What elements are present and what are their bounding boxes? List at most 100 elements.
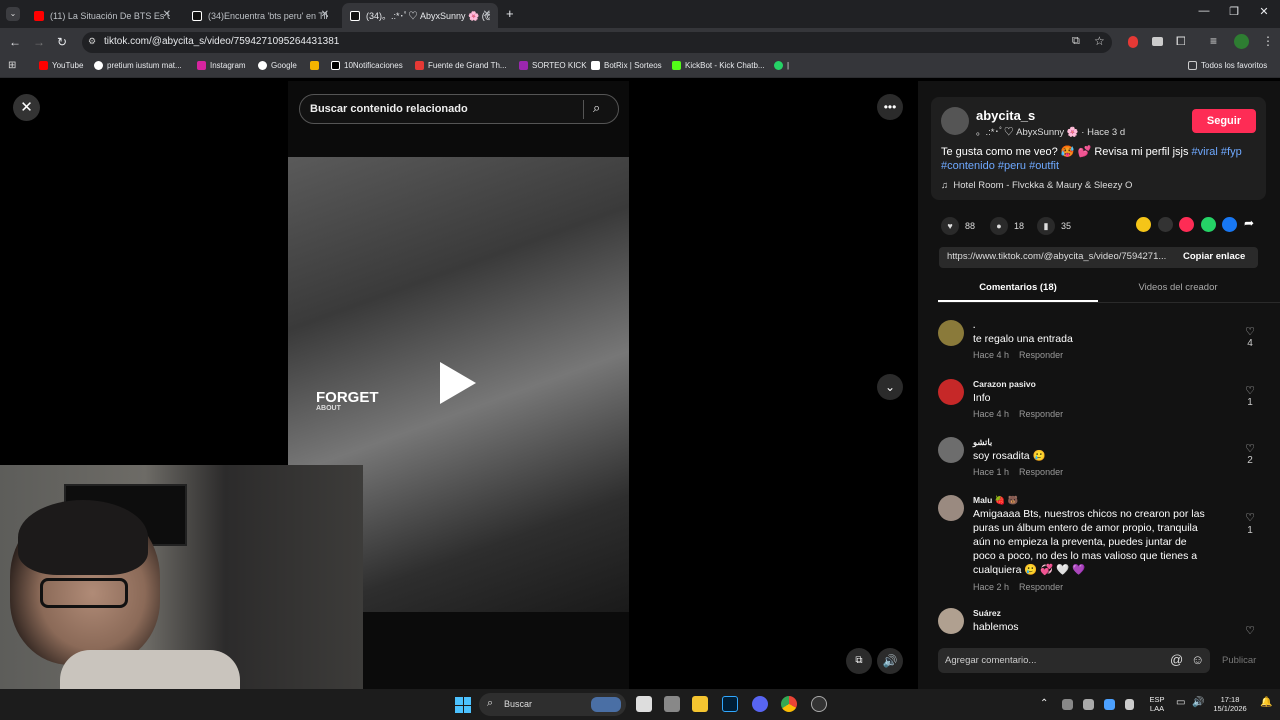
commenter-name[interactable]: Carazon pasivo bbox=[973, 379, 1036, 389]
task-view-icon[interactable] bbox=[636, 696, 652, 712]
all-bookmarks[interactable]: Todos los favoritos bbox=[1188, 61, 1267, 70]
reply-button[interactable]: Responder bbox=[1019, 467, 1063, 477]
extension-icon[interactable] bbox=[1128, 36, 1138, 48]
commenter-name[interactable]: Malu 🍓 🐻 bbox=[973, 495, 1018, 506]
bookmark-google[interactable]: Google bbox=[258, 61, 297, 70]
extension-icon[interactable] bbox=[1152, 37, 1163, 46]
comment-like-icon[interactable]: ♡ bbox=[1243, 384, 1257, 397]
music-row[interactable]: ♫ Hotel Room - Flvckka & Maury & Sleezy … bbox=[941, 180, 1132, 191]
hashtag-links[interactable]: #viral #fyp bbox=[1192, 146, 1242, 158]
apps-grid-icon[interactable]: ⊞ bbox=[8, 60, 16, 71]
chrome-icon[interactable] bbox=[781, 696, 797, 712]
site-info-icon[interactable]: ⚙ bbox=[88, 36, 96, 47]
profile-avatar[interactable] bbox=[1234, 34, 1249, 49]
volume-icon[interactable]: 🔊 bbox=[1192, 697, 1204, 708]
related-search-input[interactable]: Buscar contenido relacionado ⌕ bbox=[299, 94, 619, 124]
browser-menu-icon[interactable]: ⋮ bbox=[1262, 34, 1274, 48]
bookmark-notificaciones[interactable]: 10Notificaciones bbox=[331, 61, 403, 70]
bookmark-kickbot[interactable]: KickBot - Kick Chatb... bbox=[672, 61, 765, 70]
language-indicator[interactable]: ESP LAA bbox=[1146, 695, 1168, 713]
repost-icon[interactable] bbox=[1136, 217, 1151, 232]
more-options-icon[interactable]: ••• bbox=[877, 94, 903, 120]
creator-display-name[interactable]: 。.:*･ﾟ♡ AbyxSunny 🌸 bbox=[976, 127, 1079, 138]
copy-link-button[interactable]: Copiar enlace bbox=[1183, 251, 1245, 262]
facebook-icon[interactable] bbox=[1222, 217, 1237, 232]
extensions-puzzle-icon[interactable]: ⧠ bbox=[1176, 34, 1186, 49]
floating-player-icon[interactable]: ⧉ bbox=[846, 648, 872, 674]
like-button[interactable]: ♥ 88 bbox=[941, 217, 975, 235]
save-button[interactable]: ▮ 35 bbox=[1037, 217, 1071, 235]
follow-button[interactable]: Seguir bbox=[1192, 109, 1256, 133]
bookmark-unnamed[interactable] bbox=[310, 61, 323, 70]
close-video-button[interactable]: ✕ bbox=[13, 94, 40, 121]
next-video-chevron-icon[interactable]: ⌄ bbox=[877, 374, 903, 400]
forward-icon[interactable]: → bbox=[33, 35, 45, 49]
hashtag-links[interactable]: #contenido #peru #outfit bbox=[941, 160, 1059, 172]
comment-button[interactable]: ● 18 bbox=[990, 217, 1024, 235]
clock[interactable]: 17:18 15/1/2026 bbox=[1208, 695, 1252, 713]
send-icon[interactable] bbox=[1179, 217, 1194, 232]
app-icon[interactable] bbox=[664, 696, 680, 712]
close-window-icon[interactable]: ✕ bbox=[1254, 5, 1274, 18]
music-title[interactable]: Hotel Room - Flvckka & Maury & Sleezy O bbox=[953, 180, 1132, 191]
address-bar[interactable]: ⚙ tiktok.com/@abycita_s/video/7594271095… bbox=[82, 32, 1112, 53]
browser-tab-active[interactable]: (34)。.:*･ﾟ♡ AbyxSunny 🌸 (@a ✕ bbox=[342, 3, 498, 28]
reply-button[interactable]: Responder bbox=[1019, 350, 1063, 360]
bookmark-botrix[interactable]: BotRix | Sorteos bbox=[591, 61, 662, 70]
volume-icon[interactable]: 🔊 bbox=[877, 648, 903, 674]
reply-button[interactable]: Responder bbox=[1019, 409, 1063, 419]
photoshop-icon[interactable] bbox=[722, 696, 738, 712]
tray-icon[interactable] bbox=[1062, 699, 1073, 710]
url-text[interactable]: tiktok.com/@abycita_s/video/759427109526… bbox=[104, 36, 339, 47]
bookmark-instagram[interactable]: Instagram bbox=[197, 61, 246, 70]
comment-like-icon[interactable]: ♡ bbox=[1243, 442, 1257, 455]
discord-icon[interactable] bbox=[752, 696, 768, 712]
tab-creator-videos[interactable]: Videos del creador bbox=[1098, 282, 1258, 293]
onedrive-icon[interactable] bbox=[1104, 699, 1115, 710]
new-tab-button[interactable]: + bbox=[506, 6, 514, 21]
reload-icon[interactable]: ↻ bbox=[57, 35, 67, 49]
comment-like-icon[interactable]: ♡ bbox=[1243, 325, 1257, 338]
share-link-text[interactable]: https://www.tiktok.com/@abycita_s/video/… bbox=[947, 251, 1175, 262]
media-control-icon[interactable]: ≡ bbox=[1210, 34, 1217, 48]
bookmark-youtube[interactable]: YouTube bbox=[39, 61, 83, 70]
creator-avatar[interactable] bbox=[941, 107, 969, 135]
notifications-icon[interactable]: 🔔 bbox=[1260, 697, 1272, 708]
close-tab-icon[interactable]: ✕ bbox=[483, 9, 491, 20]
commenter-name[interactable]: Suárez bbox=[973, 608, 1001, 618]
tab-comments[interactable]: Comentarios (18) bbox=[938, 282, 1098, 293]
network-icon[interactable]: ▭ bbox=[1176, 697, 1185, 708]
tray-overflow-icon[interactable]: ⌃ bbox=[1040, 698, 1048, 709]
close-tab-icon[interactable]: ✕ bbox=[163, 9, 171, 20]
browser-tab[interactable]: (11) La Situación De BTS Es Una ✕ bbox=[26, 3, 178, 28]
mention-icon[interactable]: @ bbox=[1170, 652, 1183, 667]
commenter-avatar[interactable] bbox=[938, 379, 964, 405]
install-app-icon[interactable]: ⧉ bbox=[1072, 35, 1080, 48]
bookmark-star-icon[interactable]: ☆ bbox=[1094, 34, 1105, 48]
emoji-icon[interactable]: ☺ bbox=[1191, 652, 1204, 667]
publish-button[interactable]: Publicar bbox=[1222, 655, 1256, 666]
bookmark-sorteo-kick[interactable]: SORTEO KICK bbox=[519, 61, 587, 70]
commenter-name[interactable]: باتشو bbox=[973, 437, 992, 448]
close-tab-icon[interactable]: ✕ bbox=[321, 9, 329, 20]
file-explorer-icon[interactable] bbox=[692, 696, 708, 712]
back-icon[interactable]: ← bbox=[9, 35, 21, 49]
tray-icon[interactable] bbox=[1125, 699, 1134, 710]
tray-icon[interactable] bbox=[1083, 699, 1094, 710]
minimize-icon[interactable]: — bbox=[1194, 5, 1214, 17]
commenter-avatar[interactable] bbox=[938, 495, 964, 521]
app-icon[interactable] bbox=[811, 696, 827, 712]
creator-username[interactable]: abycita_s bbox=[976, 108, 1035, 123]
comment-like-icon[interactable]: ♡ bbox=[1243, 511, 1257, 524]
search-icon[interactable]: ⌕ bbox=[593, 100, 600, 116]
add-comment-input[interactable]: Agregar comentario... @ ☺ bbox=[938, 648, 1210, 673]
commenter-avatar[interactable] bbox=[938, 608, 964, 634]
bookmark-pretium[interactable]: pretium iustum mat... bbox=[94, 61, 182, 70]
comment-like-icon[interactable]: ♡ bbox=[1243, 624, 1257, 635]
bookmark-gta[interactable]: Fuente de Grand Th... bbox=[415, 61, 507, 70]
commenter-avatar[interactable] bbox=[938, 437, 964, 463]
commenter-name[interactable]: . bbox=[973, 320, 975, 330]
play-icon[interactable] bbox=[440, 362, 476, 404]
embed-icon[interactable] bbox=[1158, 217, 1173, 232]
bookmark-whatsapp[interactable]: | bbox=[774, 61, 789, 70]
